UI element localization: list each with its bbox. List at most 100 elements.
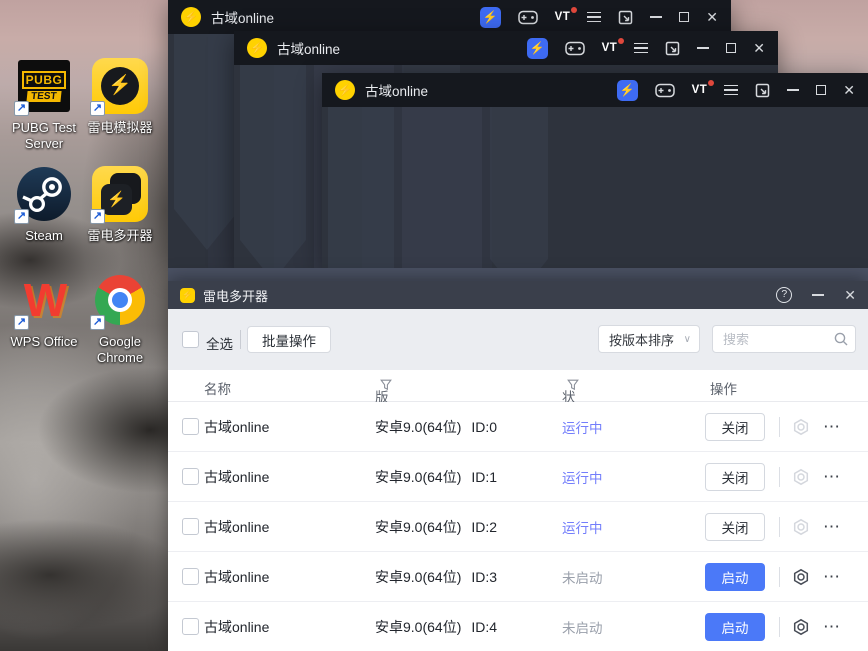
instance-name: 古域online — [204, 568, 270, 585]
desktop-icon-chrome[interactable]: ↗ Google Chrome — [78, 272, 162, 366]
detach-window-icon[interactable] — [618, 10, 633, 25]
more-options-icon[interactable]: ⋯ — [823, 417, 841, 437]
table-row: 古域online 安卓9.0(64位) ID:2 运行中 关闭 ⋯ — [168, 502, 868, 552]
batch-actions-button[interactable]: 批量操作 — [247, 326, 331, 353]
wps-icon: W ↗ — [14, 272, 72, 330]
vt-indicator[interactable]: VT — [602, 38, 625, 54]
status-badge: 运行中 — [562, 420, 603, 436]
action-button[interactable]: 启动 — [705, 563, 765, 591]
shortcut-arrow-icon: ↗ — [14, 209, 29, 224]
instance-version: 安卓9.0(64位) ID:1 — [375, 468, 498, 485]
instance-version: 安卓9.0(64位) ID:2 — [375, 518, 498, 535]
menu-icon[interactable] — [634, 42, 649, 54]
more-options-icon[interactable]: ⋯ — [823, 567, 841, 587]
instance-id: ID:0 — [471, 418, 498, 435]
more-options-icon[interactable]: ⋯ — [823, 467, 841, 487]
vt-indicator[interactable]: VT — [555, 7, 578, 23]
chrome-icon: ↗ — [90, 272, 148, 330]
gamepad-icon[interactable] — [564, 41, 585, 56]
more-options-icon[interactable]: ⋯ — [823, 617, 841, 637]
gamepad-icon[interactable] — [517, 10, 538, 25]
app-logo-icon: ⚡ — [247, 38, 267, 58]
boost-icon[interactable]: ⚡ — [526, 37, 548, 59]
instance-name: 古域online — [204, 618, 270, 635]
titlebar[interactable]: ⚡ 古域online ⚡ VT ✕ — [168, 0, 731, 34]
divider — [779, 567, 780, 587]
icon-label: Chrome — [96, 350, 144, 365]
desktop-icon-ldplayer[interactable]: ⚡ ↗ 雷电模拟器 — [78, 58, 162, 136]
row-checkbox[interactable] — [182, 418, 199, 435]
more-options-icon[interactable]: ⋯ — [823, 517, 841, 537]
emulator-screen — [322, 107, 868, 268]
pubg-icon-word: PUBG — [21, 70, 67, 89]
close-icon[interactable]: ✕ — [843, 83, 855, 97]
ld-multi-icon: ⚡ ↗ — [90, 166, 148, 224]
instance-id: ID:1 — [471, 468, 498, 485]
table-row: 古域online 安卓9.0(64位) ID:3 未启动 启动 ⋯ — [168, 552, 868, 602]
row-checkbox[interactable] — [182, 568, 199, 585]
action-button[interactable]: 关闭 — [705, 463, 765, 491]
steam-icon: ↗ — [14, 166, 72, 224]
status-badge: 未启动 — [562, 570, 603, 586]
desktop-icon-wps[interactable]: W ↗ WPS Office — [2, 272, 86, 350]
action-button[interactable]: 关闭 — [705, 513, 765, 541]
instance-table: 古域online 安卓9.0(64位) ID:0 运行中 关闭 ⋯ 古域onlin… — [168, 402, 868, 651]
maximize-icon[interactable] — [726, 43, 737, 53]
detach-window-icon[interactable] — [665, 41, 680, 56]
vt-indicator[interactable]: VT — [692, 80, 715, 96]
search-box — [712, 325, 856, 353]
instance-name: 古域online — [204, 468, 270, 485]
table-header: 名称 版本/编号 状态 操作 — [168, 370, 868, 465]
titlebar[interactable]: ⚡ 古域online ⚡ VT ✕ — [322, 73, 868, 107]
close-icon[interactable]: ✕ — [844, 288, 856, 302]
boost-icon[interactable]: ⚡ — [616, 79, 638, 101]
settings-gear-icon[interactable] — [792, 518, 810, 536]
menu-icon[interactable] — [724, 84, 739, 96]
notification-dot — [618, 38, 625, 44]
detach-window-icon[interactable] — [755, 83, 770, 98]
desktop-icon-ld-multi[interactable]: ⚡ ↗ 雷电多开器 — [78, 166, 162, 244]
screen: PUBG TEST ↗ PUBG Test Server ⚡ ↗ 雷电模拟器 ↗… — [0, 0, 868, 651]
titlebar[interactable]: ⚡ 雷电多开器 ? ✕ — [168, 281, 868, 309]
settings-gear-icon[interactable] — [792, 418, 810, 436]
action-button[interactable]: 关闭 — [705, 413, 765, 441]
emulator-window-3: ⚡ 古域online ⚡ VT ✕ — [322, 73, 868, 268]
minimize-icon[interactable] — [787, 89, 800, 91]
sort-dropdown[interactable]: 按版本排序 ∨ — [598, 325, 700, 353]
settings-gear-icon[interactable] — [792, 568, 810, 586]
window-title: 古域online — [211, 11, 275, 26]
row-checkbox[interactable] — [182, 518, 199, 535]
pubg-icon-test: TEST — [26, 90, 62, 102]
help-icon[interactable]: ? — [776, 287, 793, 303]
row-checkbox[interactable] — [182, 618, 199, 635]
minimize-icon[interactable] — [697, 47, 710, 49]
select-all-label: 全选 — [206, 337, 233, 352]
close-icon[interactable]: ✕ — [753, 41, 765, 55]
icon-label: Google — [99, 334, 141, 349]
row-checkbox[interactable] — [182, 468, 199, 485]
menu-icon[interactable] — [587, 11, 602, 23]
shortcut-arrow-icon: ↗ — [90, 101, 105, 116]
sort-dropdown-value: 按版本排序 — [609, 332, 675, 348]
desktop-icon-steam[interactable]: ↗ Steam — [2, 166, 86, 244]
settings-gear-icon[interactable] — [792, 468, 810, 486]
gamepad-icon[interactable] — [654, 83, 675, 98]
desktop-icon-pubg-test-server[interactable]: PUBG TEST ↗ PUBG Test Server — [2, 58, 86, 152]
minimize-icon[interactable] — [650, 16, 663, 18]
titlebar[interactable]: ⚡ 古域online ⚡ VT ✕ — [234, 31, 778, 65]
maximize-icon[interactable] — [816, 85, 827, 95]
close-icon[interactable]: ✕ — [706, 10, 718, 24]
divider — [779, 417, 780, 437]
instance-name: 古域online — [204, 418, 270, 435]
minimize-icon[interactable] — [812, 294, 825, 296]
action-button[interactable]: 启动 — [705, 613, 765, 641]
select-all-checkbox[interactable] — [182, 331, 199, 348]
icon-label: 雷电多开器 — [87, 228, 153, 243]
maximize-icon[interactable] — [679, 12, 690, 22]
table-row: 古域online 安卓9.0(64位) ID:0 运行中 关闭 ⋯ — [168, 402, 868, 452]
settings-gear-icon[interactable] — [792, 618, 810, 636]
boost-icon[interactable]: ⚡ — [479, 6, 501, 28]
instance-id: ID:2 — [471, 518, 498, 535]
shortcut-arrow-icon: ↗ — [14, 101, 29, 116]
status-badge: 运行中 — [562, 470, 603, 486]
